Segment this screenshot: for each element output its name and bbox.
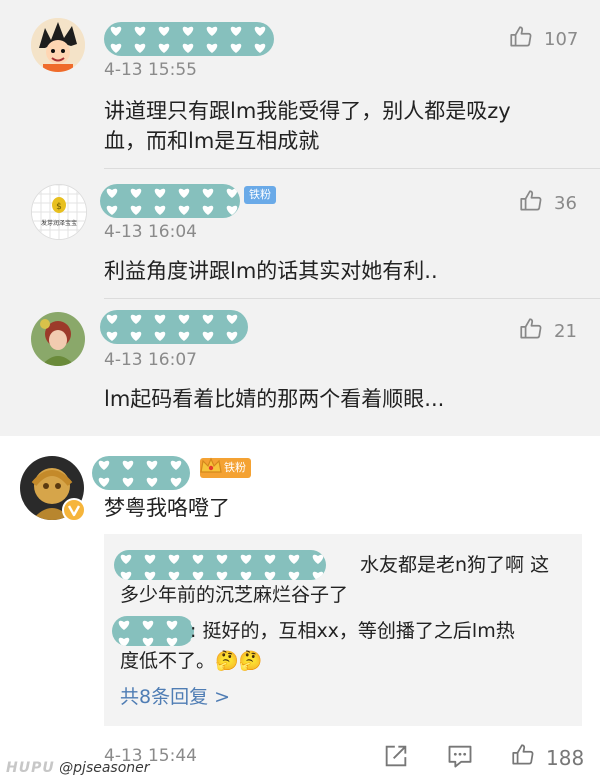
watermark-site: HUPU [6, 760, 55, 776]
comment-time: 4-13 16:04 [104, 222, 197, 242]
reply-text-line: 多少年前的沉芝麻烂谷子了 [120, 584, 349, 606]
avatar[interactable] [31, 18, 85, 72]
reply-text: : 挺好的，互相xx，等创播了之后lm热 度低不了。🤔🤔 [120, 616, 570, 676]
comment-icon [446, 745, 474, 774]
fan-badge-label: 铁粉 [224, 461, 246, 474]
crown-icon [198, 454, 224, 480]
thumbs-up-icon [518, 316, 544, 347]
masked-username[interactable] [104, 22, 274, 56]
avatar-caption: 发芽润泽宝宝 [40, 220, 77, 227]
thumbs-up-icon [508, 24, 534, 55]
comment-text-line: 讲道理只有跟lm我能受得了，别人都是吸zy [104, 99, 511, 123]
comment-text-line: 利益角度讲跟lm的话其实对她有利.. [104, 259, 438, 283]
watermark-user: @pjseasoner [59, 760, 150, 776]
comment-item: $ 发芽润泽宝宝 铁粉 4-13 16:04 36 利益角度讲跟lm的话其实对她… [0, 168, 600, 298]
svg-text:$: $ [56, 202, 62, 212]
like-button[interactable]: 188 [510, 742, 584, 773]
like-button[interactable]: 21 [518, 316, 577, 347]
reply-text-line: 水友都是老n狗了啊 这 [360, 554, 550, 576]
avatar[interactable] [31, 312, 85, 366]
like-count: 188 [546, 745, 585, 770]
like-count: 36 [554, 193, 577, 214]
share-icon [382, 745, 410, 774]
reply-text-line: 度低不了。🤔🤔 [120, 650, 263, 672]
like-button[interactable]: 36 [518, 188, 577, 219]
watermark: HUPU @pjseasoner [6, 760, 150, 776]
fan-badge: 铁粉 [244, 186, 276, 204]
comment-text-line: lm起码看着比婧的那两个看着顺眼... [104, 387, 445, 411]
comment-button[interactable] [446, 742, 474, 774]
like-count: 21 [554, 321, 577, 342]
comment-item: 4-13 15:55 107 讲道理只有跟lm我能受得了，别人都是吸zy 血，而… [0, 0, 600, 168]
masked-username[interactable] [92, 456, 190, 490]
reply-text: 水友都是老n狗了啊 这 多少年前的沉芝麻烂谷子了 [120, 550, 570, 610]
comment-item: 4-13 16:07 21 lm起码看着比婧的那两个看着顺眼... [0, 298, 600, 436]
comment-text: 讲道理只有跟lm我能受得了，别人都是吸zy 血，而和lm是互相成就 [104, 96, 574, 156]
comment-text: lm起码看着比婧的那两个看着顺眼... [104, 384, 574, 414]
like-button[interactable]: 107 [508, 24, 578, 55]
avatar[interactable]: $ 发芽润泽宝宝 [31, 184, 87, 240]
share-button[interactable] [382, 742, 410, 774]
fan-badge: 铁粉 [200, 457, 251, 478]
reply-text-line: : 挺好的，互相xx，等创播了之后lm热 [190, 620, 515, 642]
thumbs-up-icon [510, 742, 536, 773]
like-count: 107 [544, 29, 579, 50]
verified-badge-icon [62, 498, 86, 522]
thumbs-up-icon [518, 188, 544, 219]
masked-username[interactable] [100, 184, 240, 218]
comment-text-line: 血，而和lm是互相成就 [104, 129, 320, 153]
comment-text: 梦粤我咯噔了 [104, 496, 230, 520]
comment-text: 利益角度讲跟lm的话其实对她有利.. [104, 256, 574, 286]
more-replies-link[interactable]: 共8条回复 > [120, 682, 230, 709]
comment-time: 4-13 16:07 [104, 350, 197, 370]
masked-username[interactable] [100, 310, 248, 344]
comment-time: 4-13 15:55 [104, 60, 197, 80]
reply-box[interactable]: 水友都是老n狗了啊 这 多少年前的沉芝麻烂谷子了 : 挺好的，互相xx，等创播了… [104, 534, 582, 726]
